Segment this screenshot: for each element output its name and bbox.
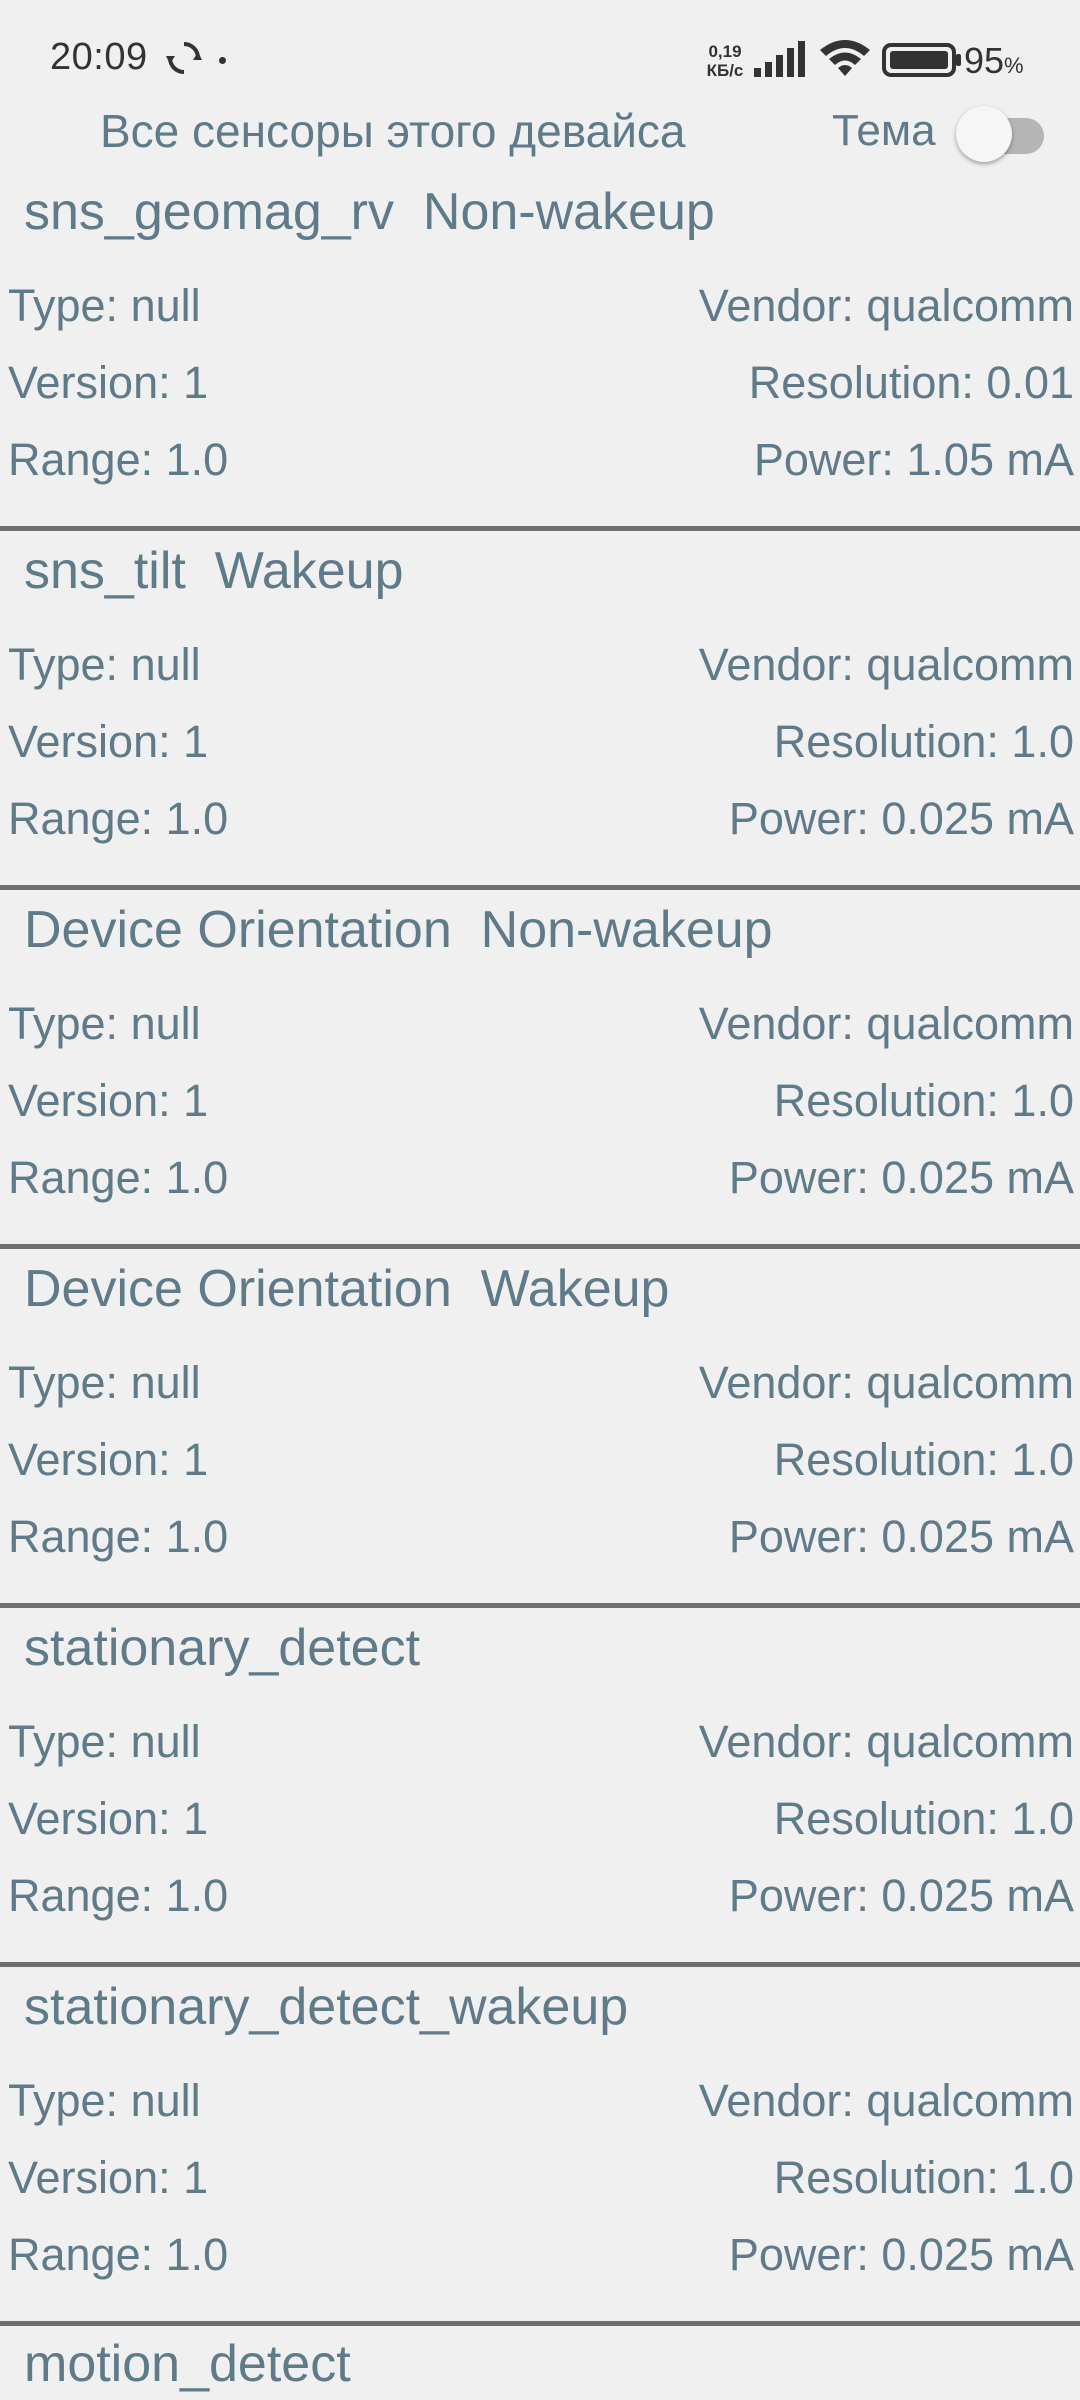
status-bar: 20:09 0,19 КБ/с 95%: [0, 0, 1080, 92]
sensor-version: Version: 1: [8, 716, 209, 767]
sensor-list[interactable]: sns_geomag_rv Non-wakeup Type: null Vend…: [0, 172, 1080, 2326]
sensor-version: Version: 1: [8, 2152, 209, 2203]
status-time: 20:09: [50, 36, 148, 78]
page-title: Все сенсоры этого девайса: [100, 105, 686, 157]
battery-percent: 95%: [964, 40, 1024, 82]
sensor-power: Power: 0.025 mA: [728, 793, 1074, 844]
sensor-vendor: Vendor: qualcomm: [698, 639, 1074, 690]
network-speed-value: 0,19: [708, 42, 742, 61]
divider: [0, 2321, 1080, 2326]
sensor-resolution: Resolution: 1.0: [773, 1434, 1074, 1485]
sensor-version: Version: 1: [8, 357, 209, 408]
sensor-item: sns_geomag_rv Non-wakeup Type: null Vend…: [0, 172, 1080, 531]
sensor-row-type-vendor: Type: null Vendor: qualcomm: [8, 1716, 1074, 1776]
sensor-range: Range: 1.0: [8, 1511, 229, 1562]
sensor-item: stationary_detect Type: null Vendor: qua…: [0, 1608, 1080, 1967]
network-speed: 0,19 КБ/с: [700, 42, 750, 80]
sensor-range: Range: 1.0: [8, 434, 229, 485]
sensor-row-range-power: Range: 1.0 Power: 0.025 mA: [8, 1511, 1074, 1571]
sensor-power: Power: 0.025 mA: [728, 1511, 1074, 1562]
theme-label: Тема: [832, 106, 936, 155]
sensor-resolution: Resolution: 1.0: [773, 1075, 1074, 1126]
battery-icon: [882, 43, 961, 77]
sync-icon: [166, 42, 202, 74]
sensor-type: Type: null: [8, 280, 201, 331]
sensor-vendor: Vendor: qualcomm: [698, 1716, 1074, 1767]
sensor-row-type-vendor: Type: null Vendor: qualcomm: [8, 998, 1074, 1058]
sensor-row-type-vendor: Type: null Vendor: qualcomm: [8, 639, 1074, 699]
sensor-row-type-vendor: Type: null Vendor: qualcomm: [8, 1357, 1074, 1417]
sensor-row-range-power: Range: 1.0 Power: 0.025 mA: [8, 793, 1074, 853]
sensor-row-range-power: Range: 1.0 Power: 0.025 mA: [8, 1152, 1074, 1212]
sensor-row-version-resolution: Version: 1 Resolution: 1.0: [8, 1434, 1074, 1494]
header: Все сенсоры этого девайса Тема: [0, 92, 1080, 172]
theme-switch[interactable]: [956, 102, 1048, 162]
sensor-range: Range: 1.0: [8, 1152, 229, 1203]
sensor-row-version-resolution: Version: 1 Resolution: 1.0: [8, 1075, 1074, 1135]
sensor-row-range-power: Range: 1.0 Power: 0.025 mA: [8, 1870, 1074, 1930]
sensor-vendor: Vendor: qualcomm: [698, 998, 1074, 1049]
sensor-resolution: Resolution: 0.01: [748, 357, 1074, 408]
sensor-version: Version: 1: [8, 1075, 209, 1126]
sensor-vendor: Vendor: qualcomm: [698, 280, 1074, 331]
sensor-name: sns_geomag_rv Non-wakeup: [24, 183, 715, 241]
sensor-version: Version: 1: [8, 1793, 209, 1844]
sensor-name: Device Orientation Non-wakeup: [24, 901, 773, 959]
sensor-resolution: Resolution: 1.0: [773, 1793, 1074, 1844]
sensor-row-type-vendor: Type: null Vendor: qualcomm: [8, 280, 1074, 340]
sensor-type: Type: null: [8, 1716, 201, 1767]
sensor-type: Type: null: [8, 1357, 201, 1408]
sensor-item: Device Orientation Non-wakeup Type: null…: [0, 890, 1080, 1249]
sensor-item: Device Orientation Wakeup Type: null Ven…: [0, 1249, 1080, 1608]
sensor-vendor: Vendor: qualcomm: [698, 2075, 1074, 2126]
sensor-row-version-resolution: Version: 1 Resolution: 0.01: [8, 357, 1074, 417]
sensor-item: stationary_detect_wakeup Type: null Vend…: [0, 1967, 1080, 2326]
sensor-type: Type: null: [8, 998, 201, 1049]
sensor-range: Range: 1.0: [8, 2229, 229, 2280]
sensor-version: Version: 1: [8, 1434, 209, 1485]
sensor-name: stationary_detect_wakeup: [24, 1978, 629, 2036]
sensor-type: Type: null: [8, 2075, 201, 2126]
sensor-power: Power: 1.05 mA: [753, 434, 1074, 485]
battery-value: 95: [964, 40, 1005, 81]
wifi-icon: [820, 40, 870, 76]
dot-icon: [219, 57, 226, 64]
sensor-name: stationary_detect: [24, 1619, 421, 1677]
sensor-range: Range: 1.0: [8, 793, 229, 844]
sensor-power: Power: 0.025 mA: [728, 1870, 1074, 1921]
sensor-type: Type: null: [8, 639, 201, 690]
sensor-resolution: Resolution: 1.0: [773, 2152, 1074, 2203]
battery-unit: %: [1004, 53, 1024, 78]
sensor-range: Range: 1.0: [8, 1870, 229, 1921]
sensor-name: sns_tilt Wakeup: [24, 542, 404, 600]
sensor-row-version-resolution: Version: 1 Resolution: 1.0: [8, 2152, 1074, 2212]
sensor-row-type-vendor: Type: null Vendor: qualcomm: [8, 2075, 1074, 2135]
sensor-row-version-resolution: Version: 1 Resolution: 1.0: [8, 1793, 1074, 1853]
sensor-power: Power: 0.025 mA: [728, 2229, 1074, 2280]
sensor-resolution: Resolution: 1.0: [773, 716, 1074, 767]
theme-switch-thumb: [956, 106, 1012, 162]
sensor-name-partial: motion_detect: [24, 2335, 351, 2393]
sensor-name: Device Orientation Wakeup: [24, 1260, 670, 1318]
network-speed-unit: КБ/с: [706, 61, 744, 80]
sensor-item: sns_tilt Wakeup Type: null Vendor: qualc…: [0, 531, 1080, 890]
sensor-row-version-resolution: Version: 1 Resolution: 1.0: [8, 716, 1074, 776]
sensor-power: Power: 0.025 mA: [728, 1152, 1074, 1203]
sensor-row-range-power: Range: 1.0 Power: 1.05 mA: [8, 434, 1074, 494]
sensor-row-range-power: Range: 1.0 Power: 0.025 mA: [8, 2229, 1074, 2289]
signal-icon: [754, 41, 805, 77]
sensor-vendor: Vendor: qualcomm: [698, 1357, 1074, 1408]
